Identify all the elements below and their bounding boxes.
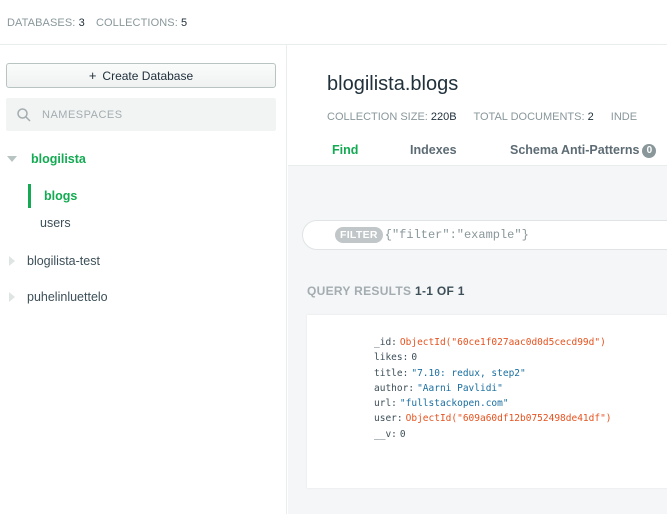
namespace-search <box>6 98 276 131</box>
create-database-button[interactable]: + Create Database <box>6 63 276 88</box>
collection-view: blogilista.blogs COLLECTION SIZE: 220B T… <box>288 45 667 514</box>
collection-size-value: 220B <box>430 111 457 123</box>
tab-indexes[interactable]: Indexes <box>410 143 457 157</box>
document-field[interactable]: author: "Aarni Pavlidi" <box>374 381 612 396</box>
field-separator: : <box>391 337 397 348</box>
document-field[interactable]: title: "7.10: redux, step2" <box>374 366 612 381</box>
field-value: ObjectId("60ce1f027aac0d0d5cecd99d") <box>399 337 606 348</box>
tab-label: Schema Anti-Patterns <box>510 143 640 157</box>
document-field[interactable]: url: "fullstackopen.com" <box>374 396 612 411</box>
collections-label: COLLECTIONS: <box>95 17 178 29</box>
documents-workarea: FILTER QUERY RESULTS 1-1 OF 1 _id:Object… <box>288 165 667 514</box>
caret-down-icon[interactable] <box>7 156 17 162</box>
indexes-stat-label: INDE <box>610 111 638 123</box>
sidebar-db-blogilista[interactable]: blogilista <box>0 147 287 171</box>
document-field[interactable]: user: ObjectId("609a60df12b0752498de41df"… <box>374 411 612 426</box>
field-key: __v <box>374 428 392 440</box>
query-filter-bar[interactable]: FILTER <box>302 220 667 250</box>
db-name: puhelinluettelo <box>27 290 108 304</box>
field-separator: : <box>402 367 409 379</box>
field-value: "Aarni Pavlidi" <box>417 382 503 394</box>
filter-label: FILTER <box>335 227 383 243</box>
collection-title: blogilista.blogs <box>327 73 459 95</box>
filter-input[interactable] <box>384 228 585 242</box>
tab-schema-anti-patterns[interactable]: Schema Anti-Patterns 0 <box>510 143 657 158</box>
collection-name: users <box>40 216 71 230</box>
top-stats-bar: DATABASES: 3 COLLECTIONS: 5 <box>0 0 667 45</box>
document-field[interactable]: _id: ObjectId("60ce1f027aac0d0d5cecd99d") <box>374 335 612 350</box>
tab-count-badge: 0 <box>642 143 657 158</box>
document-card[interactable]: _id: ObjectId("60ce1f027aac0d0d5cecd99d")… <box>307 315 667 488</box>
field-separator: : <box>402 352 409 364</box>
document-field[interactable]: likes: 0 <box>374 350 612 365</box>
document-fields: _id: ObjectId("60ce1f027aac0d0d5cecd99d")… <box>374 335 612 442</box>
field-key: url <box>374 398 392 410</box>
query-results-summary: QUERY RESULTS 1-1 OF 1 <box>307 284 465 298</box>
databases-count: 3 <box>78 17 85 29</box>
sidebar-db-blogilista-test[interactable]: blogilista-test <box>0 249 287 273</box>
collections-count: 5 <box>181 17 188 29</box>
query-results-label: QUERY RESULTS <box>307 284 412 298</box>
field-key: likes <box>374 352 403 364</box>
collection-stats: COLLECTION SIZE: 220B TOTAL DOCUMENTS: 2… <box>327 111 637 123</box>
field-key: user <box>374 413 397 425</box>
field-value: 0 <box>411 352 418 364</box>
field-key: title <box>374 367 403 379</box>
field-separator: : <box>396 413 403 425</box>
tab-find[interactable]: Find <box>332 143 358 157</box>
create-database-label: Create Database <box>102 68 194 83</box>
collection-size-label: COLLECTION SIZE: <box>327 111 428 123</box>
collection-tabs: Find Indexes Schema Anti-Patterns 0 <box>288 137 667 165</box>
caret-right-icon[interactable] <box>9 256 15 266</box>
field-key: author <box>374 382 409 394</box>
total-documents-label: TOTAL DOCUMENTS: <box>473 111 585 123</box>
field-value: "7.10: redux, step2" <box>411 367 526 379</box>
field-key: _id <box>374 337 392 348</box>
field-separator: : <box>391 398 397 410</box>
sidebar: + Create Database blogilista blogs users… <box>0 45 287 514</box>
field-separator: : <box>391 428 397 440</box>
caret-right-icon[interactable] <box>9 292 15 302</box>
collection-name: blogs <box>44 189 78 203</box>
db-name: blogilista <box>31 152 86 166</box>
total-documents-value: 2 <box>587 111 594 123</box>
namespace-search-input[interactable] <box>42 108 242 121</box>
sidebar-db-puhelinluettelo[interactable]: puhelinluettelo <box>0 285 287 309</box>
db-name: blogilista-test <box>27 254 100 268</box>
field-separator: : <box>408 382 415 394</box>
query-results-count: 1-1 OF 1 <box>415 284 465 298</box>
instance-stats: DATABASES: 3 COLLECTIONS: 5 <box>7 17 195 29</box>
databases-label: DATABASES: <box>7 17 76 29</box>
field-value: "fullstackopen.com" <box>399 398 509 410</box>
sidebar-collection-users[interactable]: users <box>28 211 286 235</box>
sidebar-collection-blogs[interactable]: blogs <box>28 184 286 208</box>
document-field[interactable]: __v: 0 <box>374 427 612 442</box>
plus-icon: + <box>88 68 97 83</box>
field-value: 0 <box>399 428 406 440</box>
search-icon <box>17 107 31 122</box>
field-value: ObjectId("609a60df12b0752498de41df") <box>405 413 612 425</box>
